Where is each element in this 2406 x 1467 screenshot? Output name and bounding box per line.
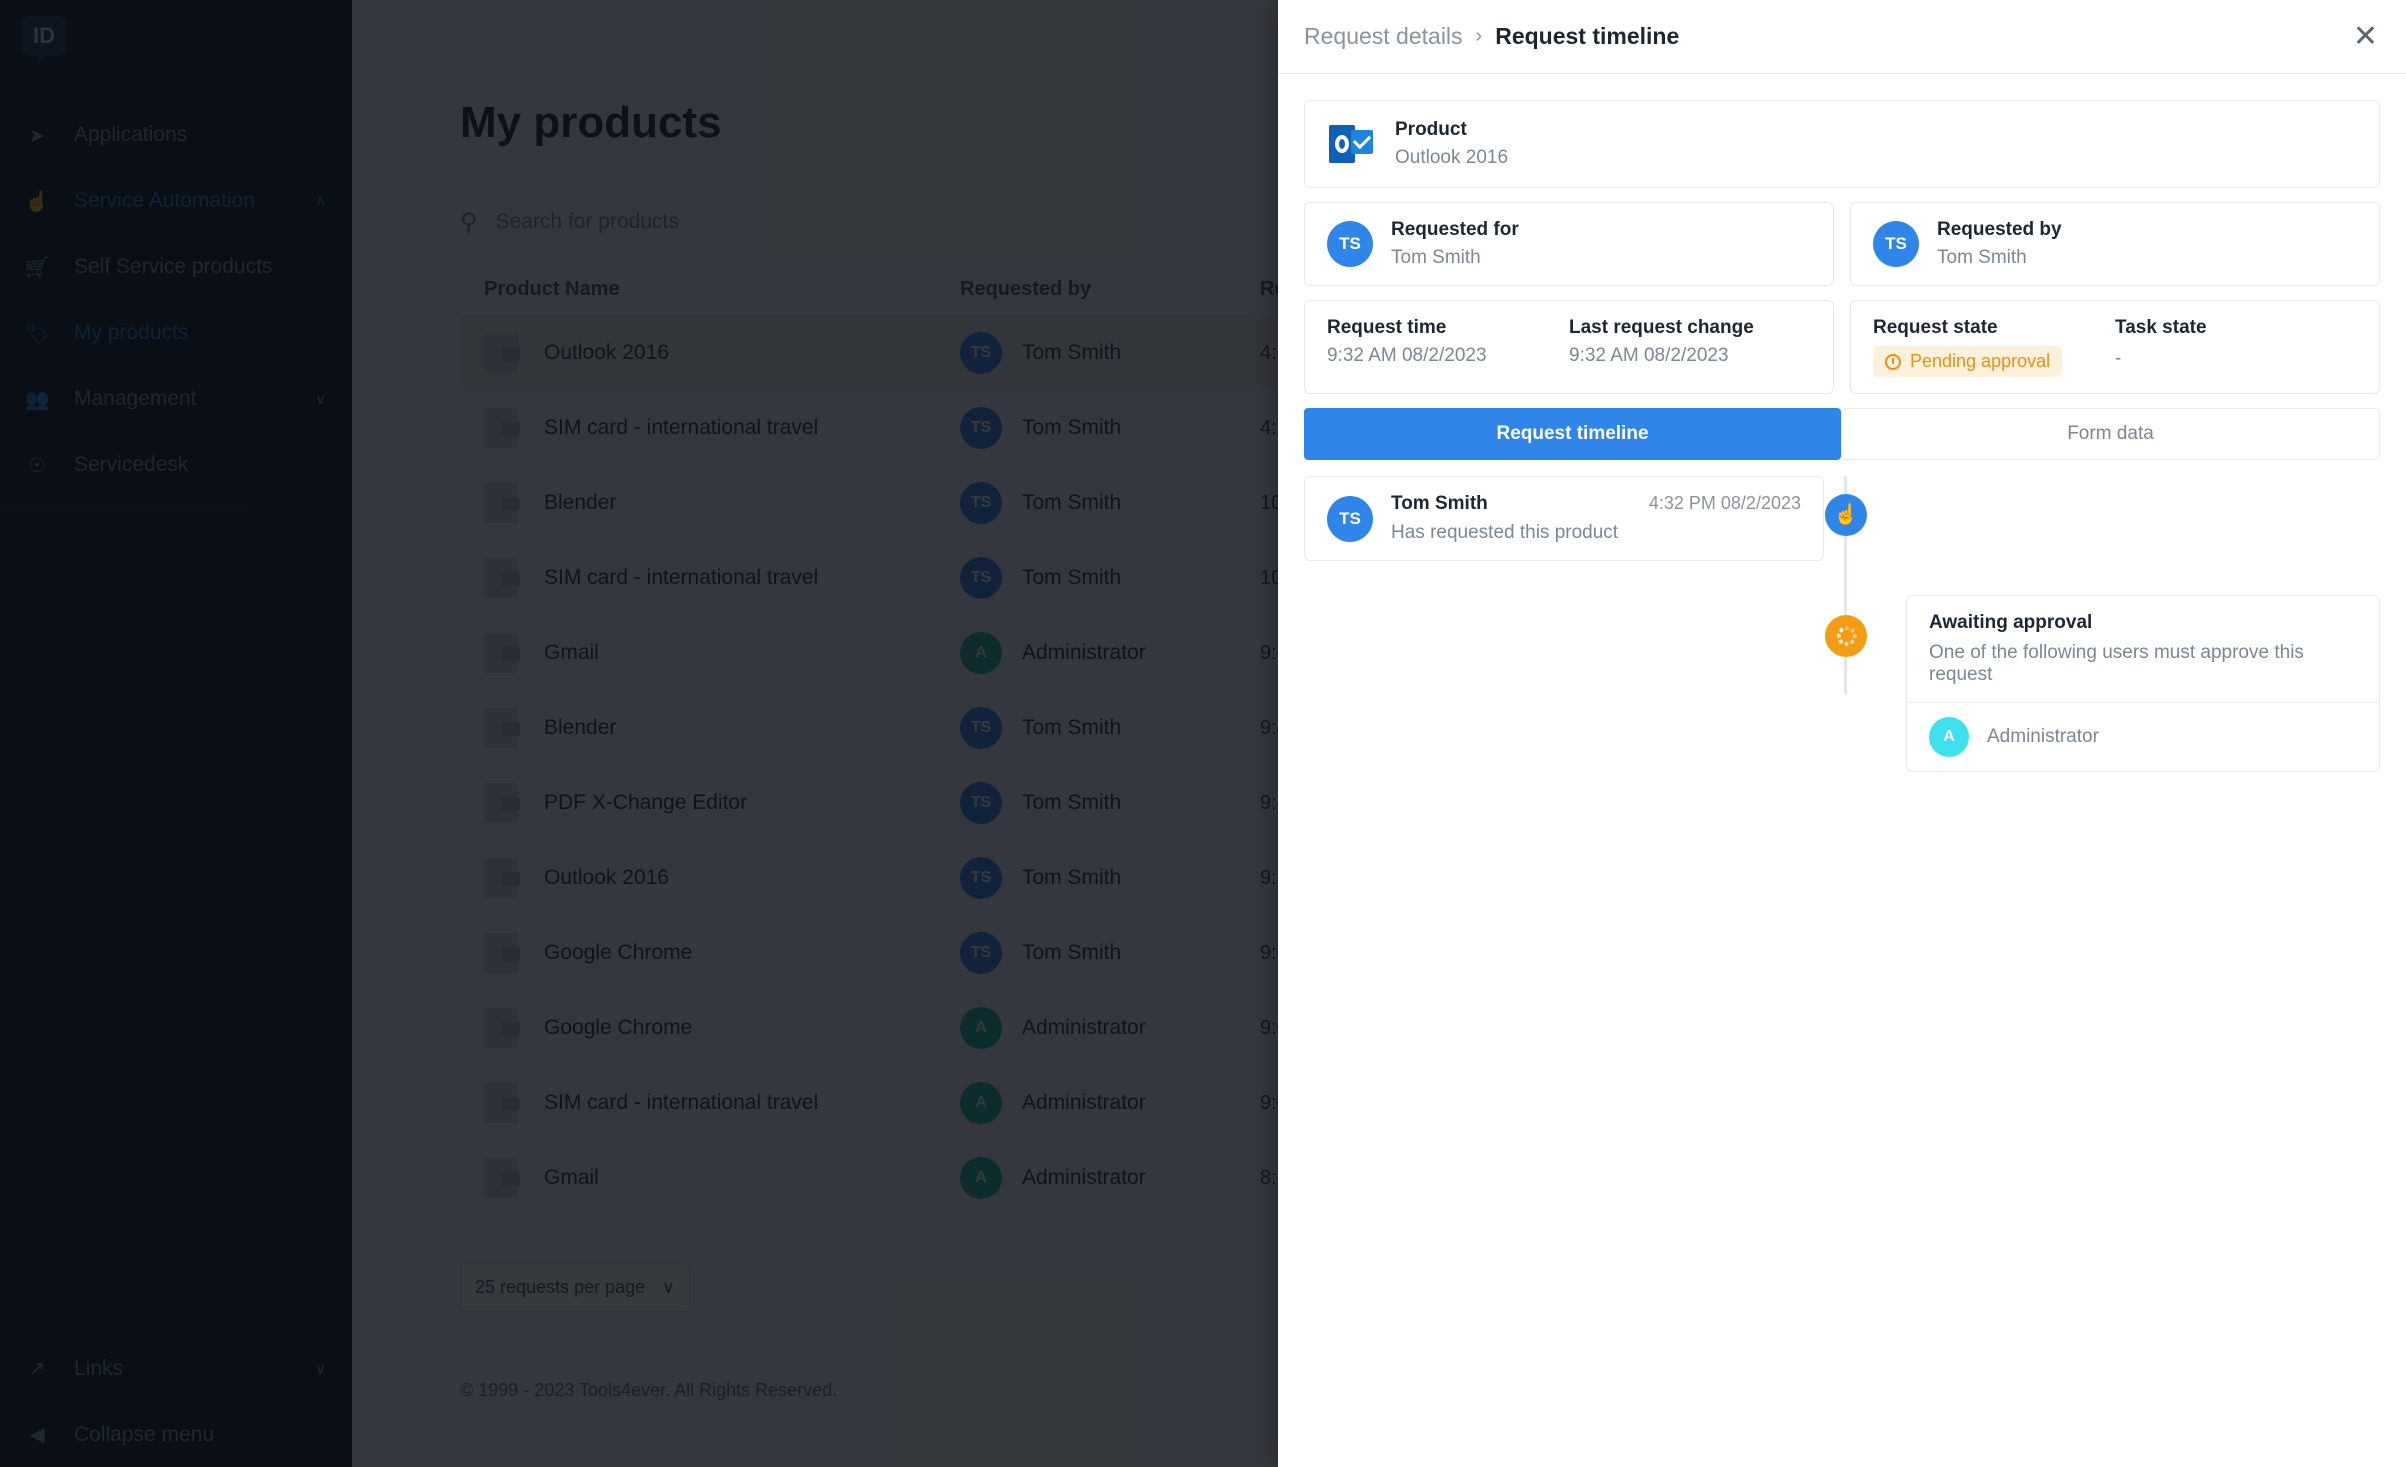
timeline-entry-approval: Awaiting approval One of the following u…: [1304, 595, 2380, 772]
requested-by-card: TS Requested by Tom Smith: [1850, 202, 2380, 286]
times-card: Request time 9:32 AM 08/2/2023 Last requ…: [1304, 300, 1834, 394]
requester-row: TS Requested for Tom Smith TS Requested …: [1304, 202, 2380, 286]
breadcrumb-current: Request timeline: [1495, 23, 1680, 49]
states-card: Request state Pending approval Task stat…: [1850, 300, 2380, 394]
hand-pointer-icon: ☝: [1825, 494, 1867, 536]
outlook-icon: [1329, 122, 1373, 166]
request-time-value: 9:32 AM 08/2/2023: [1327, 345, 1487, 366]
clock-icon: [1885, 353, 1901, 370]
app-root: ID ➤ Applications ☝ Service Automation ∧…: [0, 0, 2406, 1467]
request-state-cell: Request state Pending approval: [1873, 317, 2115, 377]
tab-form-data[interactable]: Form data: [1841, 408, 2380, 460]
approval-description: One of the following users must approve …: [1929, 642, 2304, 685]
event-timestamp: 4:32 PM 08/2/2023: [1648, 493, 1801, 513]
panel-body: Product Outlook 2016 TS Requested for To…: [1278, 74, 2406, 1467]
spinner-icon: [1825, 615, 1867, 657]
request-time-label: Request time: [1327, 317, 1447, 338]
avatar: A: [1929, 717, 1969, 757]
status-badge: Pending approval: [1873, 346, 2063, 377]
avatar: TS: [1327, 221, 1373, 267]
avatar: TS: [1327, 495, 1373, 542]
product-text: Product Outlook 2016: [1395, 119, 1508, 169]
request-timeline-panel: Request details › Request timeline ✕ Pro…: [1278, 0, 2406, 1467]
last-change-value: 9:32 AM 08/2/2023: [1569, 345, 1729, 366]
product-value: Outlook 2016: [1395, 147, 1509, 168]
task-state-cell: Task state -: [2115, 317, 2357, 377]
request-state-label: Request state: [1873, 317, 1998, 338]
timeline-entry-request: TS Tom Smith 4:32 PM 08/2/2023 Has reque…: [1304, 476, 2380, 561]
task-state-label: Task state: [2115, 317, 2207, 338]
requested-by-label: Requested by: [1937, 219, 2062, 240]
avatar: TS: [1873, 221, 1919, 267]
product-card: Product Outlook 2016: [1304, 100, 2380, 188]
approver-name: Administrator: [1987, 726, 2099, 747]
approval-title: Awaiting approval: [1929, 612, 2093, 633]
chevron-right-icon: ›: [1475, 25, 1483, 47]
approver-row: A Administrator: [1907, 702, 2379, 771]
state-row: Request time 9:32 AM 08/2/2023 Last requ…: [1304, 300, 2380, 394]
timeline: TS Tom Smith 4:32 PM 08/2/2023 Has reque…: [1304, 476, 2380, 772]
awaiting-approval-card: Awaiting approval One of the following u…: [1906, 595, 2380, 772]
event-user-name: Tom Smith: [1391, 493, 1488, 514]
task-state-value: -: [2115, 348, 2122, 369]
product-label: Product: [1395, 119, 1467, 140]
request-time-cell: Request time 9:32 AM 08/2/2023: [1327, 317, 1569, 367]
panel-tabs: Request timeline Form data: [1304, 408, 2380, 460]
requested-for-label: Requested for: [1391, 219, 1519, 240]
timeline-event-card: TS Tom Smith 4:32 PM 08/2/2023 Has reque…: [1304, 476, 1824, 561]
requested-by-value: Tom Smith: [1937, 247, 2027, 268]
tab-request-timeline[interactable]: Request timeline: [1304, 408, 1841, 460]
requested-for-card: TS Requested for Tom Smith: [1304, 202, 1834, 286]
panel-header: Request details › Request timeline ✕: [1278, 0, 2406, 74]
event-description: Has requested this product: [1391, 522, 1619, 543]
last-change-label: Last request change: [1569, 317, 1754, 338]
status-badge-label: Pending approval: [1910, 351, 2051, 371]
close-icon[interactable]: ✕: [2353, 21, 2378, 52]
last-change-cell: Last request change 9:32 AM 08/2/2023: [1569, 317, 1811, 367]
breadcrumb-parent[interactable]: Request details: [1304, 23, 1463, 50]
requested-for-value: Tom Smith: [1391, 247, 1481, 268]
